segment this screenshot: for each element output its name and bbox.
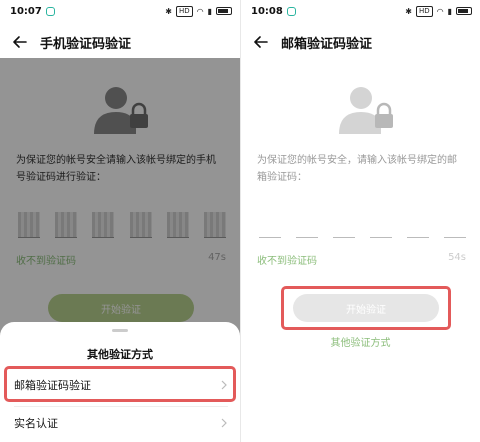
status-time: 10:07: [10, 5, 42, 17]
wifi-icon: ◠: [436, 6, 444, 16]
verify-description: 为保证您的帐号安全，请输入该帐号绑定的邮箱验证码：: [257, 155, 457, 183]
sheet-item-realname-verify[interactable]: 实名认证: [14, 408, 228, 438]
bluetooth-icon: ✱: [405, 6, 412, 16]
app-header: 邮箱验证码验证: [241, 30, 480, 54]
status-icons: ✱ HD ◠ ▮: [405, 5, 472, 17]
countdown-timer: 54s: [448, 252, 466, 263]
signal-icon: ▮: [447, 6, 452, 16]
sheet-divider: [14, 406, 228, 407]
wifi-icon: ◠: [196, 6, 204, 16]
status-bar: 10:07 ✱ HD ◠ ▮: [0, 0, 240, 22]
phone-verify-screen: 10:07 ✱ HD ◠ ▮ 手机验证码验证 为保证您的帐号安全请输入该帐号绑定…: [0, 0, 240, 442]
code-digit-3[interactable]: [333, 212, 355, 238]
page-title: 手机验证码验证: [40, 36, 132, 52]
status-time: 10:08: [251, 5, 283, 17]
user-lock-icon: [339, 87, 393, 134]
back-arrow-icon[interactable]: [253, 34, 269, 50]
sheet-title: 其他验证方式: [87, 348, 153, 361]
code-digit-5[interactable]: [407, 212, 429, 238]
chevron-right-icon: [221, 418, 227, 428]
sheet-item-label: 实名认证: [14, 417, 58, 430]
highlight-annotation-email-option: [4, 366, 236, 402]
code-digit-2[interactable]: [296, 212, 318, 238]
page-title: 邮箱验证码验证: [281, 36, 373, 52]
email-verify-screen: 10:08 ✱ HD ◠ ▮ 邮箱验证码验证 为保证您的帐号安全，请输入该帐号绑…: [240, 0, 480, 442]
code-digit-6[interactable]: [444, 212, 466, 238]
back-arrow-icon[interactable]: [12, 34, 28, 50]
battery-icon: [216, 7, 232, 15]
resend-row: 收不到验证码 54s: [257, 252, 466, 267]
code-digit-4[interactable]: [370, 212, 392, 238]
signal-icon: ▮: [207, 6, 212, 16]
status-icons: ✱ HD ◠ ▮: [165, 5, 232, 17]
code-input-group[interactable]: [259, 212, 466, 238]
highlight-annotation-start-button: [281, 286, 451, 330]
code-digit-1[interactable]: [259, 212, 281, 238]
resend-link[interactable]: 收不到验证码: [257, 252, 317, 267]
network-icon: HD: [175, 5, 193, 17]
sheet-handle[interactable]: [112, 329, 128, 332]
battery-icon: [456, 7, 472, 15]
app-notification-icon: [286, 6, 296, 16]
app-notification-icon: [45, 6, 55, 16]
app-header: 手机验证码验证: [0, 30, 240, 54]
other-methods-link[interactable]: 其他验证方式: [241, 334, 480, 349]
bluetooth-icon: ✱: [165, 6, 172, 16]
network-icon: HD: [415, 5, 433, 17]
status-bar: 10:08 ✱ HD ◠ ▮: [241, 0, 480, 22]
